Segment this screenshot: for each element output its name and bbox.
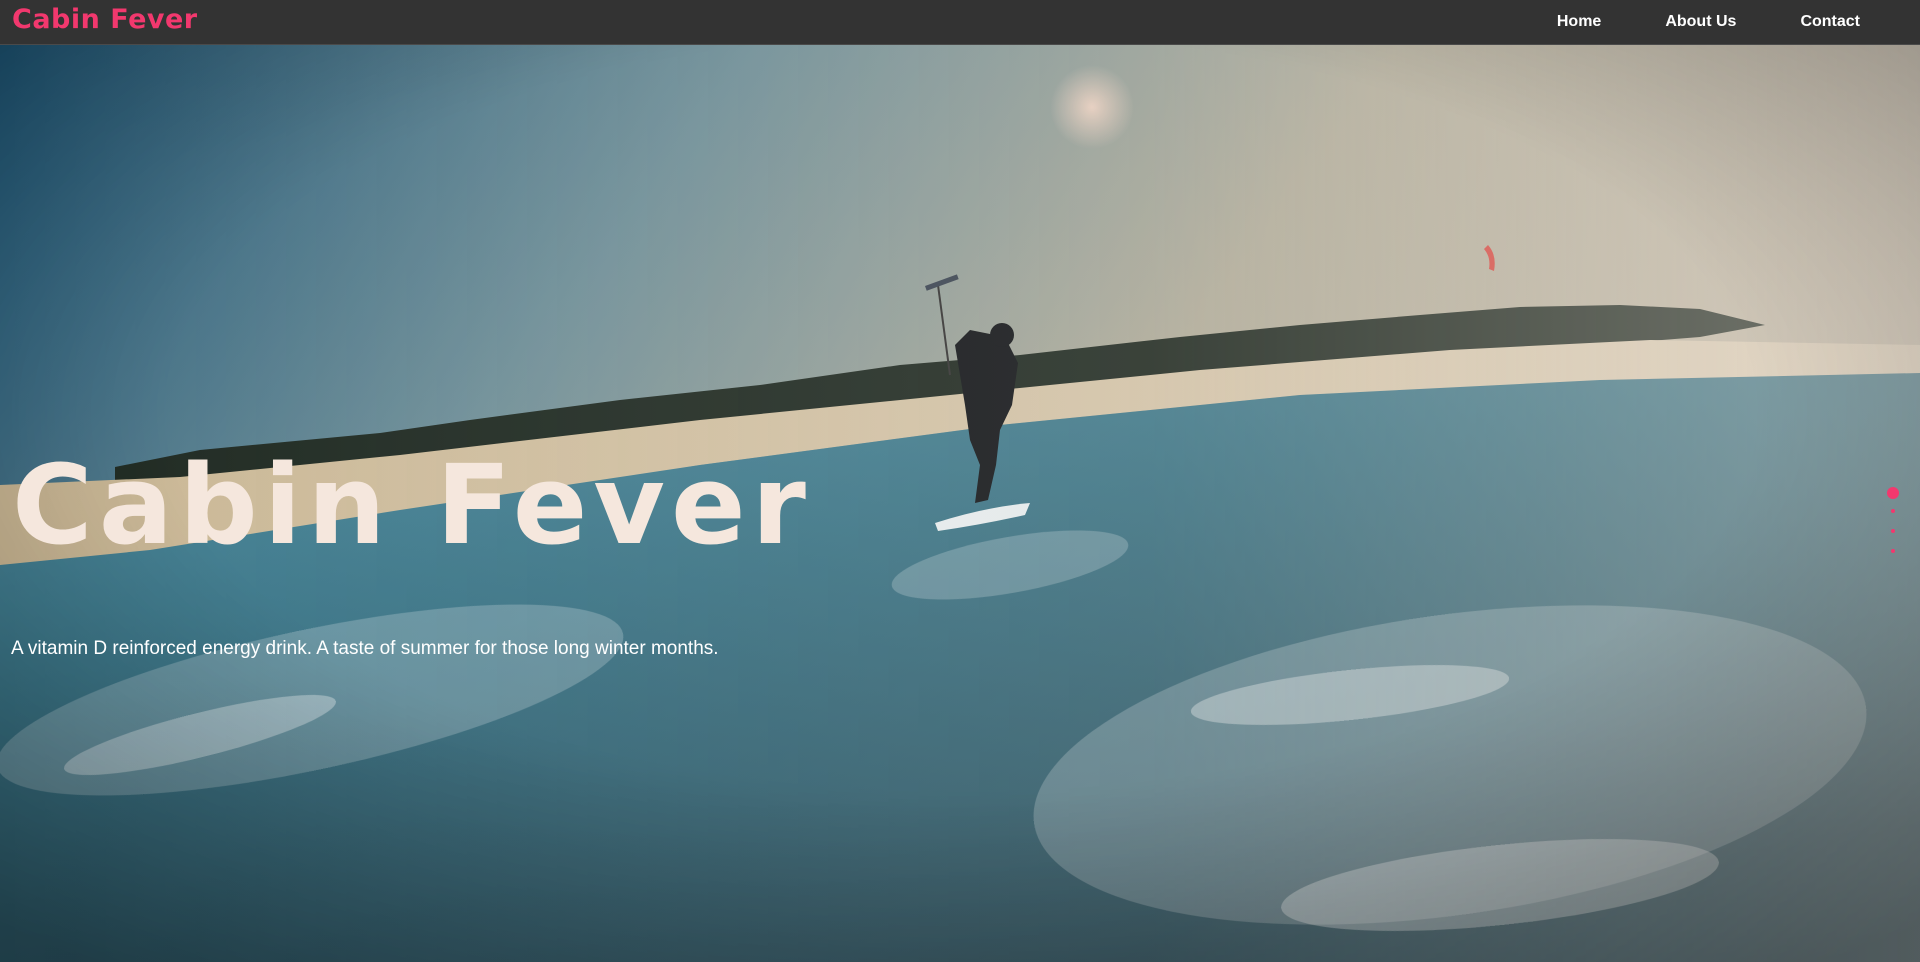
brand-logo[interactable]: Cabin Fever (12, 4, 198, 35)
slide-dot-1[interactable] (1887, 487, 1899, 499)
hero-section: Cabin Fever A vitamin D reinforced energ… (0, 45, 1920, 962)
slide-dot-2[interactable] (1891, 509, 1895, 513)
slide-pagination (1885, 487, 1901, 569)
nav-links: Home About Us Contact (1493, 0, 1860, 44)
nav-link-contact[interactable]: Contact (1800, 13, 1860, 31)
slide-dot-4[interactable] (1891, 549, 1895, 553)
nav-link-about-us[interactable]: About Us (1665, 13, 1736, 31)
navbar: Cabin Fever Home About Us Contact (0, 0, 1920, 45)
hero-subtitle: A vitamin D reinforced energy drink. A t… (11, 638, 719, 659)
slide-dot-3[interactable] (1891, 529, 1895, 533)
nav-link-home[interactable]: Home (1557, 13, 1601, 31)
hero-title: Cabin Fever (12, 441, 812, 569)
